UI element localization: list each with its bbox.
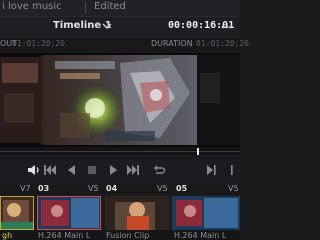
clip-label: H.264 Main L — [174, 231, 227, 240]
clip-label: H.264 Main L — [38, 231, 91, 240]
stop-icon[interactable] — [85, 163, 99, 177]
video-frame — [0, 53, 240, 147]
clip-number: 03 — [38, 184, 50, 193]
clip-number: 05 — [176, 184, 188, 193]
playhead[interactable] — [197, 148, 199, 155]
title-separator — [85, 2, 86, 13]
track-badge: V5 — [157, 184, 168, 193]
clip-thumbnail[interactable] — [0, 196, 34, 230]
chevron-down-icon[interactable] — [102, 21, 112, 31]
clip-label: Fusion Clip — [106, 231, 150, 240]
clip-label: gh — [2, 231, 13, 240]
next-edit-icon[interactable] — [204, 163, 218, 177]
play-icon[interactable] — [106, 163, 120, 177]
loop-icon[interactable] — [152, 163, 166, 177]
volume-icon[interactable] — [27, 163, 41, 177]
track-badge: V5 — [228, 184, 239, 193]
track-badge: V7 — [20, 184, 31, 193]
scrub-track — [0, 151, 240, 152]
clip-thumbnail[interactable] — [105, 196, 169, 230]
video-viewer[interactable] — [0, 53, 240, 147]
timeline-clip-header — [0, 185, 240, 195]
track-badge: V5 — [88, 184, 99, 193]
clip-thumbnail[interactable] — [172, 196, 240, 230]
duration-value: 01:01:28:20 — [196, 39, 249, 48]
clip-number: 04 — [106, 184, 118, 193]
skip-to-end-icon[interactable] — [126, 163, 140, 177]
clip-thumbnail[interactable] — [37, 196, 101, 230]
prev-edit-icon[interactable] — [230, 163, 244, 177]
skip-to-start-icon[interactable] — [43, 163, 57, 177]
more-dots-icon[interactable] — [220, 21, 234, 33]
edit-status: Edited — [94, 1, 126, 12]
duration-label: DURATION — [151, 39, 193, 48]
step-back-icon[interactable] — [65, 163, 79, 177]
project-name: i love music — [2, 1, 62, 12]
out-value: 01:01:28:20 — [12, 39, 65, 48]
